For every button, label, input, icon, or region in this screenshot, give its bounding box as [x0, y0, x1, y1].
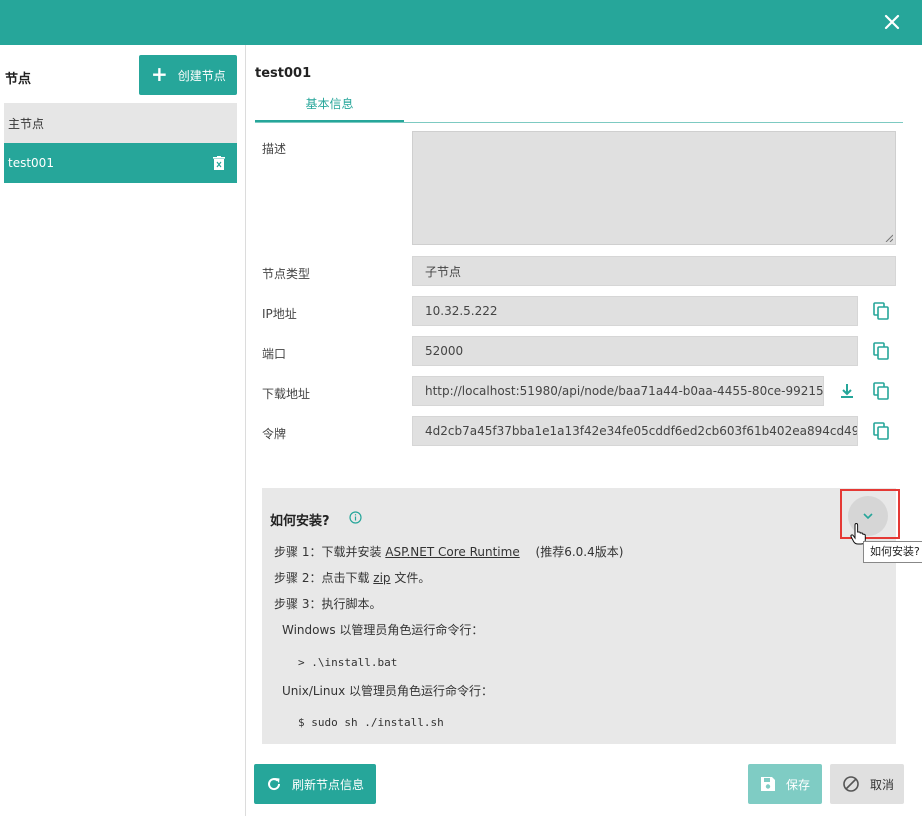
install-step-1: 步骤 1：下载并安装 ASP.NET Core Runtime (推荐6.0.4… [274, 543, 623, 560]
plus-icon: + [151, 62, 168, 86]
windows-label: Windows 以管理员角色运行命令行： [282, 623, 484, 637]
dialog-header [0, 0, 922, 45]
delete-icon[interactable] [213, 156, 225, 170]
tab-basic-info[interactable]: 基本信息 [255, 92, 404, 122]
node-item-test001[interactable]: test001 [4, 143, 237, 183]
copy-port-icon[interactable] [872, 342, 890, 360]
save-icon [761, 777, 775, 791]
refresh-node-button[interactable]: 刷新节点信息 [254, 764, 376, 804]
unix-command: $ sudo sh ./install.sh [298, 716, 444, 729]
info-icon [349, 511, 362, 524]
panel-divider [245, 45, 246, 816]
install-guide-title: 如何安装? [270, 514, 330, 529]
copy-download-url-icon[interactable] [872, 382, 890, 400]
refresh-node-label: 刷新节点信息 [292, 777, 365, 792]
aspnet-runtime-link[interactable]: ASP.NET Core Runtime [385, 545, 519, 559]
step-1-suffix: (推荐6.0.4版本) [535, 545, 624, 559]
step-2-text: 步骤 2：点击下载 [274, 571, 370, 585]
create-node-button[interactable]: + 创建节点 [139, 55, 237, 95]
port-field[interactable]: 52000 [412, 336, 858, 366]
download-url-label: 下载地址 [262, 387, 311, 401]
node-item-main[interactable]: 主节点 [4, 103, 237, 143]
node-item-label: 主节点 [8, 116, 45, 131]
download-url-field[interactable]: http://localhost:51980/api/node/baa71a44… [412, 376, 824, 406]
install-guide-panel: 如何安装? 步骤 1：下载并安装 ASP.NET Core Runtime (推… [262, 488, 896, 744]
create-node-label: 创建节点 [177, 68, 226, 83]
install-step-3: 步骤 3：执行脚本。 [274, 597, 382, 611]
node-list-title: 节点 [5, 72, 32, 87]
description-textarea[interactable] [412, 131, 896, 245]
step-2-suffix: 文件。 [394, 571, 431, 585]
save-label: 保存 [786, 777, 811, 792]
cancel-label: 取消 [870, 777, 895, 792]
node-list-panel: 节点 + 创建节点 主节点 test001 [0, 45, 245, 816]
resize-handle-icon[interactable] [885, 234, 893, 242]
ip-field[interactable]: 10.32.5.222 [412, 296, 858, 326]
zip-download-link[interactable]: zip [373, 571, 390, 585]
step-1-text: 步骤 1：下载并安装 [274, 545, 382, 559]
port-label: 端口 [262, 347, 287, 361]
node-title: test001 [255, 66, 312, 81]
description-label: 描述 [262, 142, 287, 156]
chevron-down-icon [863, 513, 873, 520]
copy-ip-icon[interactable] [872, 302, 890, 320]
token-label: 令牌 [262, 427, 287, 441]
tab-underline [255, 122, 903, 123]
token-field[interactable]: 4d2cb7a45f37bba1e1a13f42e34fe05cddf6ed2c… [412, 416, 858, 446]
download-icon[interactable] [838, 382, 856, 400]
close-icon[interactable] [882, 12, 902, 32]
install-step-2: 步骤 2：点击下载 zip 文件。 [274, 569, 430, 586]
node-type-field: 子节点 [412, 256, 896, 286]
unix-label: Unix/Linux 以管理员角色运行命令行： [282, 684, 494, 698]
copy-token-icon[interactable] [872, 422, 890, 440]
node-item-label: test001 [8, 156, 54, 170]
windows-command: > .\install.bat [298, 656, 398, 669]
cancel-button[interactable]: 取消 [830, 764, 904, 804]
install-tooltip: 如何安装? [863, 541, 922, 563]
save-button[interactable]: 保存 [748, 764, 822, 804]
cancel-icon [843, 776, 859, 792]
ip-label: IP地址 [262, 307, 297, 321]
refresh-icon [268, 778, 281, 791]
node-type-label: 节点类型 [262, 267, 311, 281]
